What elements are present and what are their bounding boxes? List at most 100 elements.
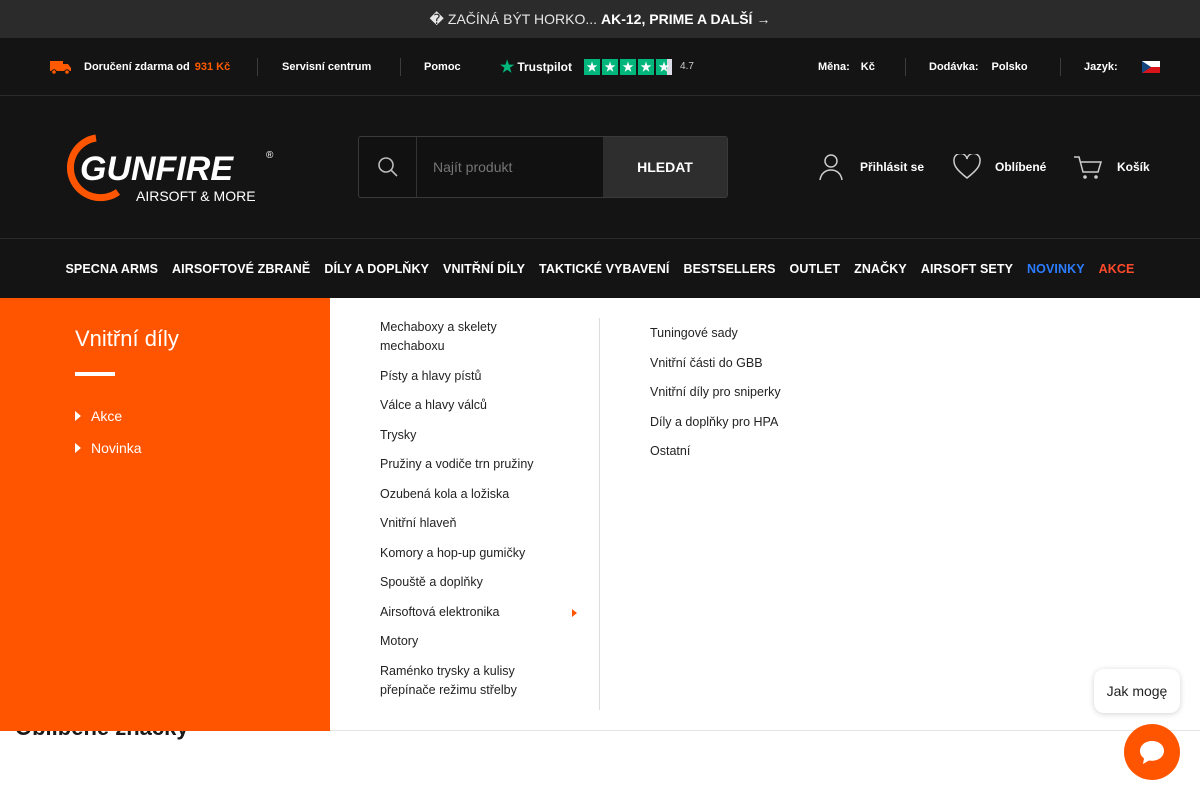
side-link-label: Akce bbox=[91, 408, 123, 424]
user-icon bbox=[819, 154, 843, 181]
menu-link-hopup-chambers[interactable]: Komory a hop-up gumičky bbox=[380, 544, 599, 563]
language-label: Jazyk: bbox=[1084, 60, 1118, 73]
side-link-sale[interactable]: Akce bbox=[75, 400, 142, 432]
nav-item-brands[interactable]: ZNAČKY bbox=[854, 262, 907, 276]
truck-icon bbox=[50, 60, 71, 75]
star-icon: ★ bbox=[602, 58, 619, 75]
trustpilot-widget[interactable]: ★ Trustpilot ★ ★ ★ ★ ★ 4.7 bbox=[500, 38, 694, 95]
menu-link-sniper-parts[interactable]: Vnitřní díly pro sniperky bbox=[650, 383, 870, 402]
favorites-label: Oblíbené bbox=[995, 160, 1047, 174]
currency-label: Měna: bbox=[818, 60, 850, 73]
menu-link-inner-barrel[interactable]: Vnitřní hlaveň bbox=[380, 514, 599, 533]
cart-button[interactable]: Košík bbox=[1073, 152, 1150, 182]
cart-label: Košík bbox=[1117, 160, 1150, 174]
nav-item-specna-arms[interactable]: SPECNA ARMS bbox=[66, 262, 159, 276]
promo-arrow: → bbox=[756, 11, 771, 27]
star-icon: ★ bbox=[656, 58, 673, 75]
search-input[interactable] bbox=[417, 137, 603, 197]
menu-link-gears-bearings[interactable]: Ozubená kola a ložiska bbox=[380, 485, 599, 504]
service-center-link[interactable]: Servisní centrum bbox=[282, 38, 371, 95]
side-link-label: Novinka bbox=[91, 440, 142, 456]
czech-flag-icon bbox=[1141, 60, 1160, 73]
shipping-country-selector[interactable]: Dodávka: Polsko bbox=[929, 38, 1028, 95]
mega-menu-panel: Mechaboxy a skelety mechaboxu Písty a hl… bbox=[330, 298, 1200, 731]
menu-link-triggers[interactable]: Spouště a doplňky bbox=[380, 573, 599, 592]
trustpilot-label: Trustpilot bbox=[517, 59, 573, 74]
menu-link-nozzles[interactable]: Trysky bbox=[380, 426, 599, 445]
site-header: GUNFIRE AIRSOFT & MORE ® HLEDAT Přihlási… bbox=[0, 96, 1200, 238]
divider bbox=[1060, 58, 1061, 76]
menu-link-electronics[interactable]: Airsoftová elektronika bbox=[380, 603, 599, 622]
trustpilot-stars: ★ ★ ★ ★ ★ bbox=[584, 58, 673, 75]
login-label: Přihlásit se bbox=[860, 160, 925, 174]
mega-column-1: Mechaboxy a skelety mechaboxu Písty a hl… bbox=[380, 318, 600, 710]
star-icon: ★ bbox=[638, 58, 655, 75]
caret-right-icon bbox=[75, 443, 81, 453]
menu-link-cylinders[interactable]: Válce a hlavy válců bbox=[380, 396, 599, 415]
title-underline bbox=[75, 372, 115, 376]
nav-item-internal-parts[interactable]: VNITŘNÍ DÍLY bbox=[443, 262, 525, 276]
language-selector[interactable]: Jazyk: bbox=[1084, 38, 1160, 95]
nav-item-airsoft-sets[interactable]: AIRSOFT SETY bbox=[921, 262, 1013, 276]
promo-text: ZAČÍNÁ BÝT HORKO... bbox=[447, 11, 598, 27]
menu-link-mechaboxes[interactable]: Mechaboxy a skelety mechaboxu bbox=[380, 318, 530, 356]
menu-link-motors[interactable]: Motory bbox=[380, 632, 599, 651]
promo-highlight[interactable]: AK-12, PRIME A DALŠÍ bbox=[601, 11, 752, 27]
mega-menu-sidebar: Vnitřní díly Akce Novinka bbox=[0, 298, 330, 731]
gunfire-logo[interactable]: GUNFIRE AIRSOFT & MORE ® bbox=[60, 132, 280, 204]
fire-icon: � bbox=[429, 10, 444, 27]
currency-value: Kč bbox=[860, 60, 875, 73]
nav-item-airsoft-guns[interactable]: AIRSOFTOVÉ ZBRANĚ bbox=[172, 262, 310, 276]
shipping-value: Polsko bbox=[991, 60, 1028, 73]
delivery-amount: 931 Kč bbox=[194, 60, 231, 73]
menu-link-hpa-parts[interactable]: Díly a doplňky pro HPA bbox=[650, 413, 870, 432]
mega-column-2: Tuningové sady Vnitřní části do GBB Vnit… bbox=[650, 324, 870, 472]
divider bbox=[257, 58, 258, 76]
promo-bar[interactable]: � ZAČÍNÁ BÝT HORKO... AK-12, PRIME A DAL… bbox=[0, 0, 1200, 38]
logo-sub-text: AIRSOFT & MORE bbox=[136, 188, 256, 204]
menu-link-tuning-kits[interactable]: Tuningové sady bbox=[650, 324, 870, 343]
nav-item-bestsellers[interactable]: BESTSELLERS bbox=[683, 262, 775, 276]
chat-icon bbox=[1140, 741, 1164, 764]
side-link-new[interactable]: Novinka bbox=[75, 432, 142, 464]
logo-mark-icon: GUNFIRE AIRSOFT & MORE ® bbox=[67, 134, 274, 204]
star-icon: ★ bbox=[584, 58, 601, 75]
menu-link-pistons[interactable]: Písty a hlavy pístů bbox=[380, 367, 599, 386]
currency-selector[interactable]: Měna: Kč bbox=[818, 38, 875, 95]
chat-button[interactable] bbox=[1124, 724, 1180, 780]
divider bbox=[330, 730, 1200, 731]
star-icon: ★ bbox=[620, 58, 637, 75]
divider bbox=[400, 58, 401, 76]
main-nav: SPECNA ARMS AIRSOFTOVÉ ZBRANĚ DÍLY A DOP… bbox=[0, 238, 1200, 298]
mega-menu-title: Vnitřní díly bbox=[75, 326, 179, 351]
nav-item-parts-accessories[interactable]: DÍLY A DOPLŇKY bbox=[324, 262, 429, 276]
search-icon[interactable] bbox=[359, 137, 417, 197]
menu-link-nozzle-arm[interactable]: Raménko trysky a kulisy přepínače režimu… bbox=[380, 662, 550, 700]
login-button[interactable]: Přihlásit se bbox=[818, 152, 924, 182]
logo-main-text: GUNFIRE bbox=[80, 150, 234, 188]
svg-text:®: ® bbox=[266, 150, 274, 161]
menu-link-label: Airsoftová elektronika bbox=[380, 604, 500, 619]
heart-icon bbox=[953, 154, 981, 179]
menu-link-springs[interactable]: Pružiny a vodiče trn pružiny bbox=[380, 455, 599, 474]
nav-item-sale[interactable]: AKCE bbox=[1099, 262, 1135, 276]
divider bbox=[905, 58, 906, 76]
nav-item-tactical-gear[interactable]: TAKTICKÉ VYBAVENÍ bbox=[539, 262, 669, 276]
favorites-button[interactable]: Oblíbené bbox=[953, 152, 1046, 182]
caret-right-icon bbox=[75, 411, 81, 421]
delivery-label: Doručení zdarma od bbox=[84, 60, 190, 73]
menu-link-gbb-parts[interactable]: Vnitřní části do GBB bbox=[650, 354, 870, 373]
cart-icon bbox=[1074, 156, 1103, 179]
nav-item-new[interactable]: NOVINKY bbox=[1027, 262, 1085, 276]
menu-link-other[interactable]: Ostatní bbox=[650, 442, 870, 461]
search-button[interactable]: HLEDAT bbox=[603, 137, 727, 197]
help-link[interactable]: Pomoc bbox=[424, 38, 461, 95]
trustpilot-rating: 4.7 bbox=[680, 61, 694, 72]
submenu-arrow-icon bbox=[572, 608, 577, 617]
chat-greeting-bubble[interactable]: Jak mogę bbox=[1094, 669, 1180, 713]
nav-item-outlet[interactable]: OUTLET bbox=[790, 262, 841, 276]
mega-side-links: Akce Novinka bbox=[75, 400, 142, 464]
free-delivery-info[interactable]: Doručení zdarma od 931 Kč bbox=[50, 38, 230, 95]
trustpilot-star-icon: ★ bbox=[500, 58, 515, 76]
search-bar: HLEDAT bbox=[358, 136, 728, 198]
